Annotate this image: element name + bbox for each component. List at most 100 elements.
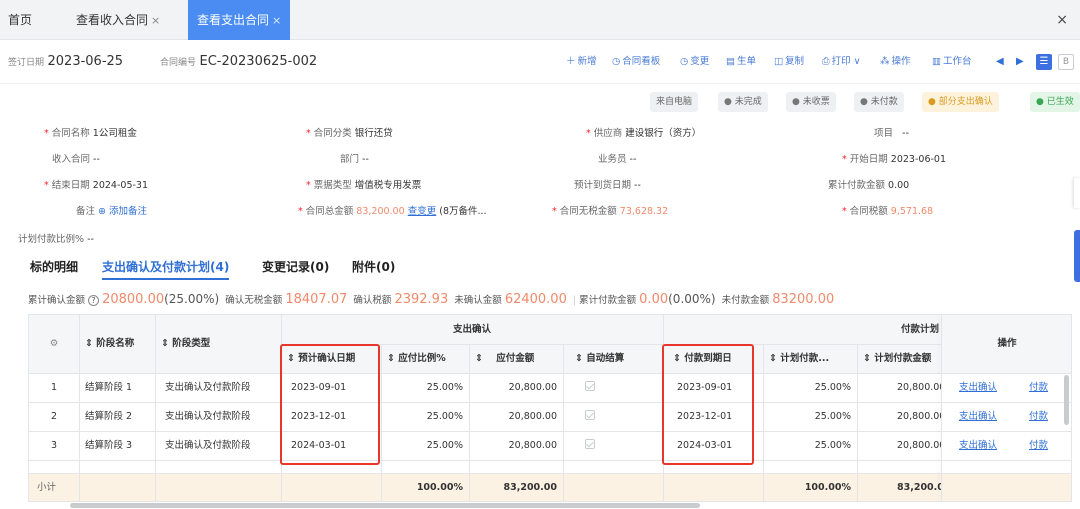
header-label: 应付金额 — [496, 353, 535, 364]
side-drawer-handle[interactable] — [1074, 230, 1080, 282]
project-field: 项目 -- — [874, 127, 909, 141]
confirm-expense-link[interactable]: 支出确认 — [959, 373, 997, 402]
status-label: 未完成 — [734, 97, 762, 107]
sort-icon: ⇕ — [863, 353, 871, 364]
field-label: 部门 — [340, 154, 360, 165]
close-icon[interactable]: × — [151, 14, 160, 27]
pay-link[interactable]: 付款 — [1029, 431, 1048, 460]
row-index: 3 — [50, 440, 58, 451]
side-panel-handle[interactable] — [1074, 178, 1080, 208]
header-stage-name[interactable]: ⇕ 阶段名称 — [79, 315, 155, 373]
sort-icon: ⇕ — [475, 353, 483, 364]
copy-label: 复制 — [784, 56, 804, 67]
contract-board-button[interactable]: ◷ 合同看板 — [612, 40, 660, 84]
confirm-expense-link[interactable]: 支出确认 — [959, 431, 997, 460]
divider — [29, 431, 1071, 432]
sign-date: 签订日期 2023-06-25 — [8, 40, 123, 85]
tab-change-log[interactable]: 变更记录(0) — [262, 258, 329, 275]
header-stage-type[interactable]: ⇕ 阶段类型 — [155, 315, 281, 373]
field-value: 增值税专用发票 — [354, 180, 422, 191]
header-pay-amount[interactable]: ⇕ 应付金额 — [469, 344, 563, 373]
income-contract-field: 收入合同 -- — [52, 153, 100, 167]
workbench-label: 工作台 — [942, 56, 972, 67]
row-index: 1 — [50, 382, 58, 393]
generate-order-button[interactable]: ▤ 生单 — [726, 40, 756, 84]
sort-icon: ⇕ — [85, 338, 93, 349]
next-arrow-icon[interactable]: ▶ — [1016, 40, 1024, 84]
header-plan-ratio[interactable]: ⇕ 计划付款... — [763, 344, 857, 373]
operate-button[interactable]: ⁂ 操作 — [880, 40, 911, 84]
new-button[interactable]: ＋新增 — [566, 40, 597, 84]
field-label: 收入合同 — [52, 154, 91, 165]
field-value: -- — [629, 154, 637, 165]
add-circle-icon: ⊕ — [98, 206, 107, 217]
change-icon: ◷ — [680, 56, 689, 67]
summary-bar: 累计确认金额 ? 20800.00(25.00%) 确认无税金额 18407.0… — [28, 292, 835, 307]
print-button[interactable]: ⎙ 打印 ∨ — [822, 40, 861, 84]
tab-payment-plan[interactable]: 支出确认及付款计划(4) — [102, 258, 230, 280]
divider — [29, 402, 1071, 403]
auto-settle-checkbox[interactable] — [585, 402, 595, 431]
table-row: 3 结算阶段 3 支出确认及付款阶段 2024-03-01 25.00% 20,… — [29, 431, 1071, 460]
summary-pct: (25.00%) — [164, 292, 220, 306]
summary-label: 累计确认金额 — [28, 295, 86, 306]
window-close-icon[interactable]: × — [1056, 0, 1068, 40]
vertical-scrollbar[interactable] — [1064, 375, 1069, 425]
list-view-icon[interactable]: ☰ — [1036, 54, 1052, 70]
prev-arrow-icon[interactable]: ◀ — [996, 40, 1004, 84]
tab-home[interactable]: 首页 — [8, 0, 32, 40]
workbench-icon: ▥ — [932, 56, 941, 67]
header-label: 应付比例% — [398, 353, 446, 364]
tab-items[interactable]: 标的明细 — [30, 258, 78, 275]
header-auto-settle[interactable]: ⇕ 自动结算 — [563, 344, 663, 373]
status-badge: ● 已生效 — [1030, 92, 1080, 112]
settings-icon[interactable]: ⚙ — [29, 315, 79, 373]
header-pay-ratio[interactable]: ⇕ 应付比例% — [381, 344, 469, 373]
close-icon[interactable]: × — [272, 14, 281, 27]
chevron-down-icon[interactable]: ∨ — [854, 56, 861, 67]
change-label: 变更 — [690, 56, 710, 67]
field-label: 合同总金额 — [305, 206, 354, 217]
status-bar: 来自电脑 ● 未完成 ● 未收票 ● 未付款 ● 部分支出确认 ● 已生效 — [650, 92, 1080, 112]
pay-link[interactable]: 付款 — [1029, 402, 1048, 431]
stage-type: 支出确认及付款阶段 — [165, 411, 251, 422]
header-label: 阶段类型 — [172, 338, 211, 349]
change-button[interactable]: ◷ 变更 — [680, 40, 709, 84]
tab-attachments[interactable]: 附件(0) — [352, 258, 395, 275]
confirm-expense-link[interactable]: 支出确认 — [959, 402, 997, 431]
stage-name: 结算阶段 3 — [85, 440, 133, 451]
grid-view-icon[interactable]: B — [1058, 54, 1074, 70]
horizontal-scrollbar[interactable] — [70, 503, 700, 508]
pay-amount: 20,800.00 — [508, 411, 557, 422]
field-value: 2024-05-31 — [92, 180, 149, 191]
sign-date-value: 2023-06-25 — [47, 54, 124, 69]
summary-label: 累计付款金额 — [579, 295, 637, 306]
dot-icon: ● — [860, 97, 868, 107]
field-label: 票据类型 — [313, 180, 352, 191]
summary-value: 83200.00 — [772, 292, 835, 307]
status-label: 已生效 — [1046, 97, 1074, 107]
tab-expense-contract[interactable]: 查看支出合同 × — [188, 0, 291, 40]
summary-value: 18407.07 — [285, 292, 348, 307]
copy-button[interactable]: ◫ 复制 — [774, 40, 804, 84]
pay-link[interactable]: 付款 — [1029, 373, 1048, 402]
field-label: 累计付款金额 — [828, 180, 886, 191]
add-note-link[interactable]: 添加备注 — [109, 206, 147, 217]
status-label: 未收票 — [802, 97, 830, 107]
header-plan-amount[interactable]: ⇕ 计划付款金额 — [857, 344, 941, 373]
highlight-box-confirm-date — [280, 344, 380, 465]
tab-income-contract[interactable]: 查看收入合同 × — [76, 0, 160, 40]
plan-ratio-field: 计划付款比例% -- — [18, 233, 94, 247]
view-change-link[interactable]: 查变更 — [408, 206, 437, 217]
subtotal-ratio: 100.00% — [416, 482, 463, 493]
help-icon[interactable]: ? — [88, 295, 100, 306]
auto-settle-checkbox[interactable] — [585, 431, 595, 460]
status-label: 部分支出确认 — [938, 97, 993, 107]
workbench-button[interactable]: ▥ 工作台 — [932, 40, 972, 84]
operate-icon: ⁂ — [880, 56, 890, 67]
auto-settle-checkbox[interactable] — [585, 373, 595, 402]
stage-name: 结算阶段 1 — [85, 382, 133, 393]
payment-plan-table: 支出确认 付款计划 操作 ⚙ ⇕ 阶段名称 ⇕ 阶段类型 ⇕ 预计确认日期 ⇕ … — [28, 314, 1072, 502]
check-circle-icon: ● — [1036, 97, 1044, 107]
invoice-type-field: * 票据类型 增值税专用发票 — [306, 180, 422, 191]
